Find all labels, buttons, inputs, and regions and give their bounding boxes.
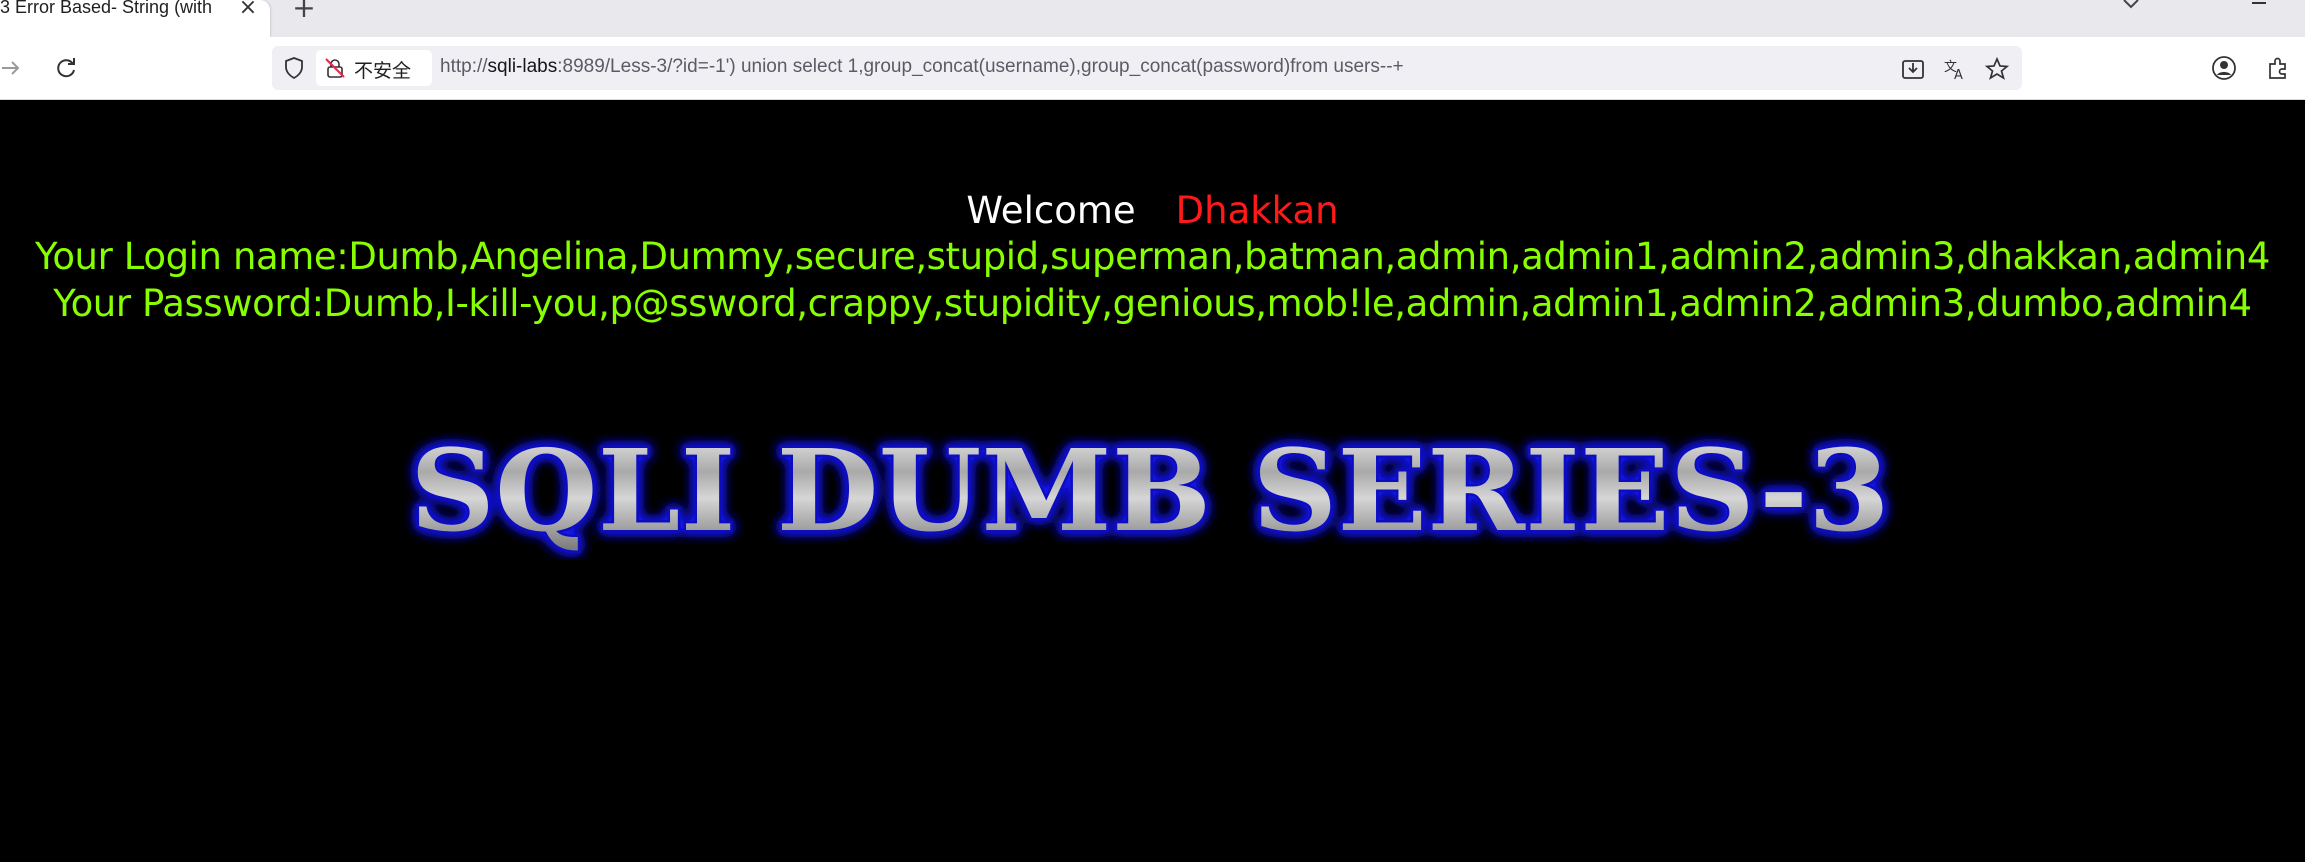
page-content: Welcome Dhakkan Your Login name:Dumb,Ange… <box>0 100 2305 862</box>
url-host: sqli-labs <box>487 56 558 77</box>
navigation-toolbar: 不安全 http://sqli-labs:8989/Less-3/?id=-1'… <box>0 37 2305 100</box>
welcome-username: Dhakkan <box>1175 189 1339 232</box>
url-scheme: http:// <box>440 56 488 77</box>
welcome-line: Welcome Dhakkan <box>0 189 2305 232</box>
shield-icon[interactable] <box>282 56 306 80</box>
banner-text: SQLI DUMB SERIES-3 <box>410 426 1890 557</box>
svg-text:A: A <box>1954 68 1963 82</box>
chevron-down-icon[interactable] <box>2118 0 2144 16</box>
browser-tab[interactable]: 3 Error Based- String (with × <box>0 0 270 37</box>
minimize-icon[interactable] <box>2248 0 2272 10</box>
tab-strip: 3 Error Based- String (with × + <box>0 0 2305 37</box>
new-tab-icon[interactable]: + <box>290 0 318 22</box>
extensions-icon[interactable] <box>2264 54 2292 82</box>
translate-icon[interactable]: 文A <box>1942 56 1968 83</box>
insecure-connection-button[interactable]: 不安全 <box>316 50 432 86</box>
forward-arrow-icon[interactable] <box>0 54 28 82</box>
url-path: :8989/Less-3/?id=-1') union select 1,gro… <box>557 56 1404 77</box>
tab-title: 3 Error Based- String (with <box>0 0 213 17</box>
insecure-label: 不安全 <box>354 60 412 82</box>
address-bar[interactable]: 不安全 http://sqli-labs:8989/Less-3/?id=-1'… <box>272 46 2022 90</box>
save-page-icon[interactable] <box>1900 56 1926 82</box>
lock-icon <box>324 57 346 79</box>
login-name-result: Your Login name:Dumb,Angelina,Dummy,secu… <box>35 235 2270 278</box>
series-banner-logo: SQLI DUMB SERIES-3 <box>408 424 1893 560</box>
url-text[interactable]: http://sqli-labs:8989/Less-3/?id=-1') un… <box>440 56 1404 78</box>
bookmark-star-icon[interactable] <box>1984 56 2010 82</box>
password-result: Your Password:Dumb,I-kill-you,p@ssword,c… <box>53 282 2252 325</box>
welcome-text: Welcome <box>966 189 1136 232</box>
account-icon[interactable] <box>2210 54 2238 82</box>
reload-icon[interactable] <box>52 54 80 82</box>
tab-close-icon[interactable]: × <box>234 0 262 25</box>
